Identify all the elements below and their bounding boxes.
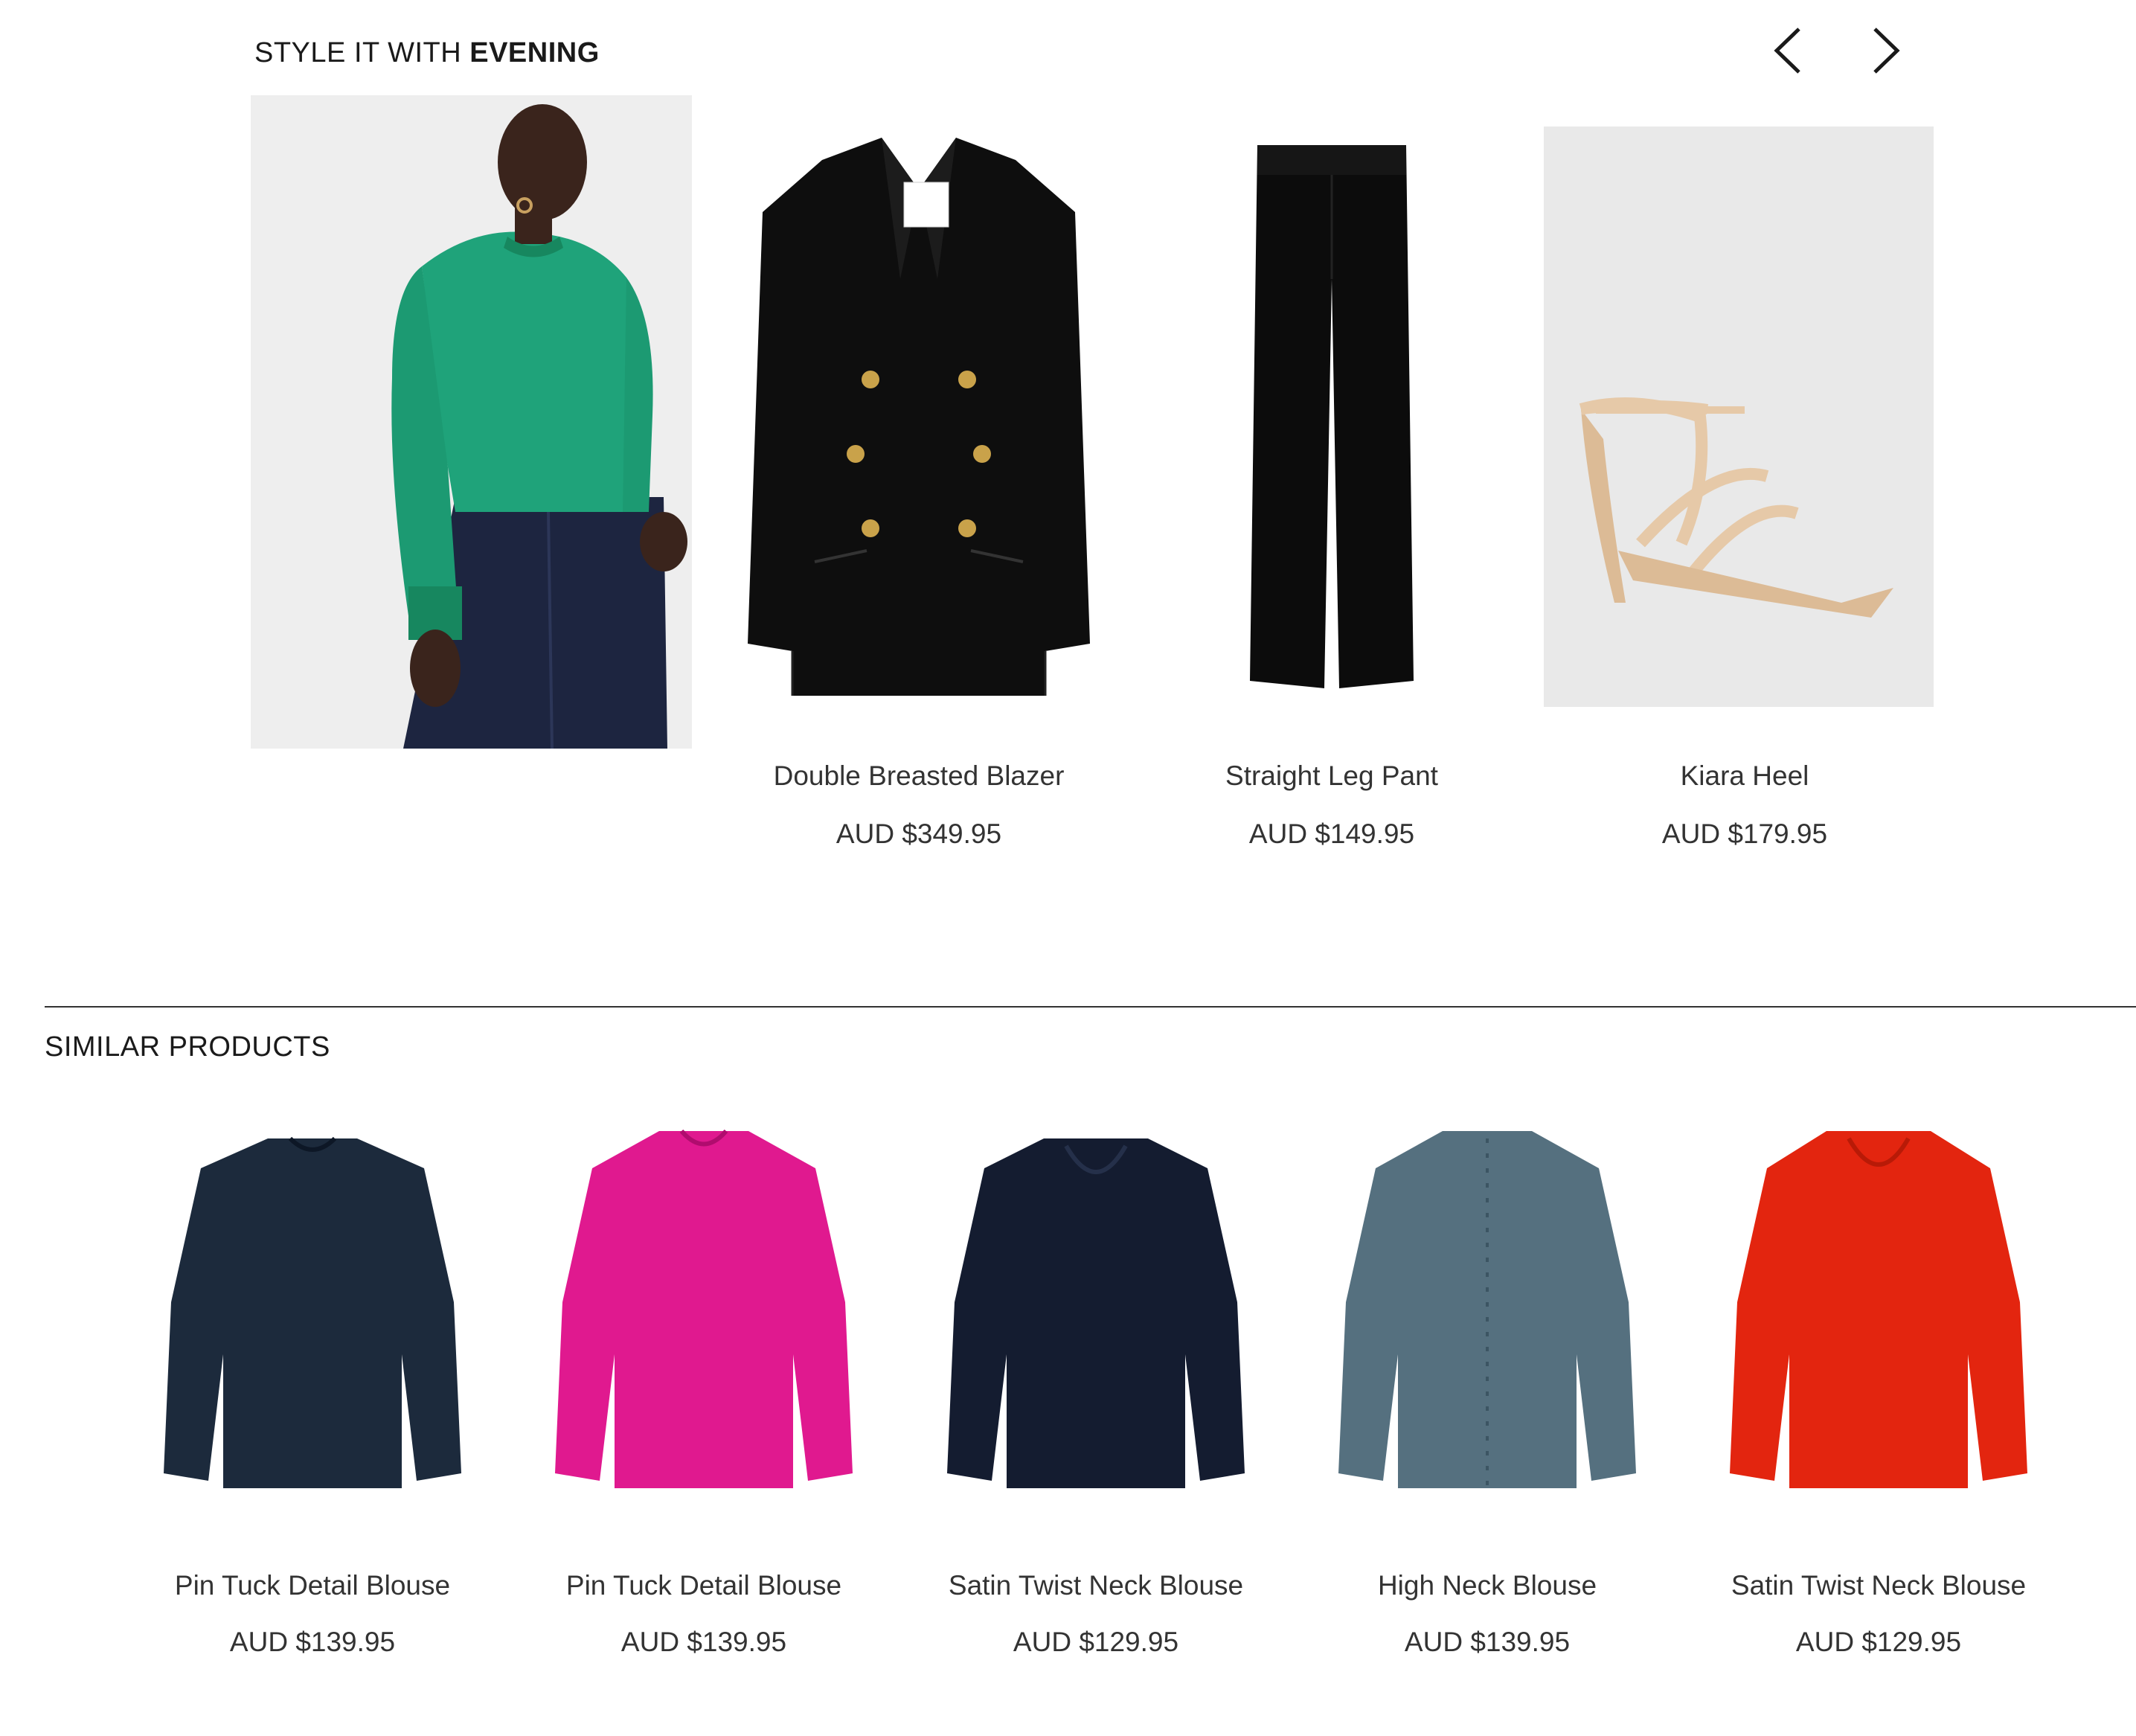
red-satin-blouse-image — [1730, 1131, 2027, 1488]
style-title-emphasis: EVENING — [469, 37, 600, 68]
style-product-card[interactable]: Double Breasted Blazer AUD $349.95 — [718, 119, 1120, 849]
product-price: AUD $139.95 — [229, 1627, 396, 1657]
dark-satin-blouse-image — [947, 1138, 1245, 1488]
similar-product-card[interactable]: Satin Twist Neck Blouse AUD $129.95 — [910, 1101, 1282, 1657]
blue-grey-blouse-image — [1338, 1131, 1636, 1488]
black-pant-image — [1250, 145, 1414, 688]
nude-heel-image — [1544, 126, 1934, 707]
product-image[interactable] — [126, 1101, 498, 1518]
style-product-card[interactable]: Kiara Heel AUD $179.95 — [1544, 119, 1946, 849]
chevron-left-icon — [1774, 28, 1800, 74]
model-green-blouse-image — [251, 95, 692, 749]
product-price: AUD $349.95 — [836, 819, 1002, 849]
similar-product-card[interactable]: Pin Tuck Detail Blouse AUD $139.95 — [126, 1101, 498, 1657]
black-blazer-image — [748, 138, 1090, 696]
carousel-next-button[interactable] — [1857, 22, 1914, 79]
similar-product-card[interactable]: Pin Tuck Detail Blouse AUD $139.95 — [518, 1101, 890, 1657]
product-image[interactable] — [1301, 1101, 1673, 1518]
product-name[interactable]: Straight Leg Pant — [1131, 760, 1533, 792]
product-image[interactable] — [1693, 1101, 2065, 1518]
chevron-right-icon — [1873, 28, 1900, 74]
product-price: AUD $129.95 — [1795, 1627, 1962, 1657]
product-price: AUD $179.95 — [1661, 819, 1828, 849]
product-price: AUD $129.95 — [1013, 1627, 1179, 1657]
pink-blouse-image — [555, 1129, 853, 1488]
product-image[interactable] — [1131, 119, 1533, 707]
carousel-prev-button[interactable] — [1760, 22, 1817, 79]
similar-product-card[interactable]: Satin Twist Neck Blouse AUD $129.95 — [1693, 1101, 2065, 1657]
product-name[interactable]: Pin Tuck Detail Blouse — [518, 1570, 890, 1601]
section-divider — [45, 1006, 2136, 1008]
product-image[interactable] — [1544, 126, 1934, 707]
product-name[interactable]: Satin Twist Neck Blouse — [910, 1570, 1282, 1601]
style-title-prefix: STYLE IT WITH — [254, 37, 470, 68]
hero-look-image[interactable] — [251, 95, 692, 749]
navy-blouse-image — [164, 1136, 461, 1488]
product-name[interactable]: Pin Tuck Detail Blouse — [126, 1570, 498, 1601]
product-image[interactable] — [518, 1101, 890, 1518]
product-name[interactable]: Double Breasted Blazer — [718, 760, 1120, 792]
style-product-card[interactable]: Straight Leg Pant AUD $149.95 — [1131, 119, 1533, 849]
product-name[interactable]: Satin Twist Neck Blouse — [1693, 1570, 2065, 1601]
product-name[interactable]: High Neck Blouse — [1301, 1570, 1673, 1601]
product-price: AUD $139.95 — [620, 1627, 787, 1657]
similar-product-card[interactable]: High Neck Blouse AUD $139.95 — [1301, 1101, 1673, 1657]
product-price: AUD $149.95 — [1248, 819, 1415, 849]
style-it-with-title: STYLE IT WITH EVENING — [254, 37, 600, 69]
product-price: AUD $139.95 — [1404, 1627, 1571, 1657]
product-image[interactable] — [718, 119, 1120, 707]
product-name[interactable]: Kiara Heel — [1544, 760, 1946, 792]
product-image[interactable] — [910, 1101, 1282, 1518]
similar-products-title: SIMILAR PRODUCTS — [45, 1031, 330, 1063]
